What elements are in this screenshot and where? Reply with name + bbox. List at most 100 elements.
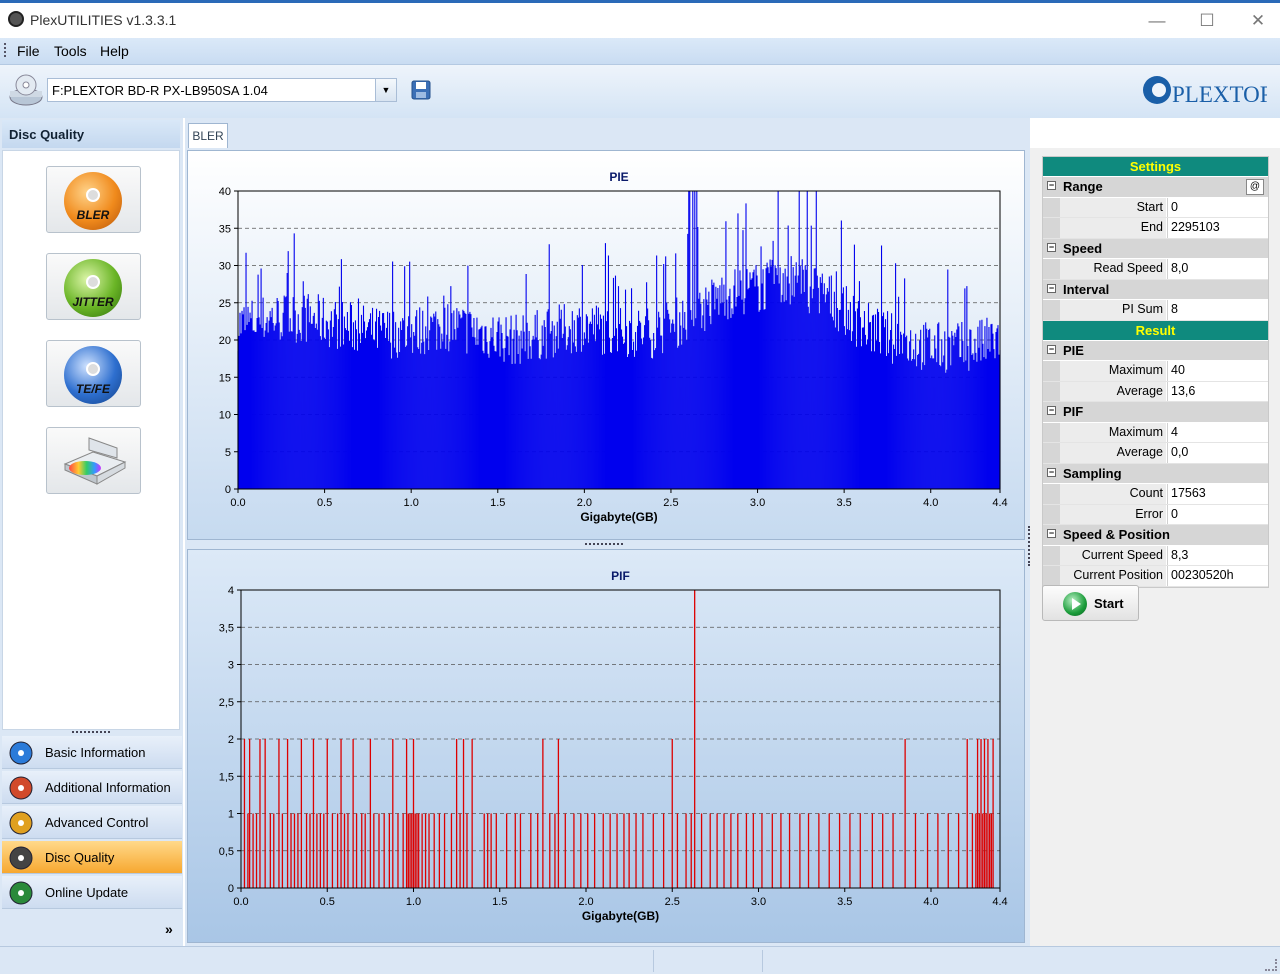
nav-basic-information[interactable]: Basic Information	[2, 736, 182, 769]
jitter-button[interactable]: JITTER	[46, 253, 141, 320]
jitter-disc-icon: JITTER	[64, 259, 122, 317]
pie-x-tick-label: 3.0	[750, 497, 765, 509]
pif-x-tick-label: 2.0	[578, 896, 593, 908]
drive-icon	[9, 74, 43, 106]
optical-drive-icon	[63, 437, 127, 485]
drive-select[interactable]: F:PLEXTOR BD-R PX-LB950SA 1.04 ▼	[47, 78, 397, 102]
status-bar	[0, 946, 1280, 974]
pie-y-tick-label: 5	[225, 447, 231, 459]
tab-bler[interactable]: BLER	[188, 123, 228, 148]
nav-label: Disc Quality	[45, 850, 115, 865]
pif-x-tick-label: 4.4	[992, 896, 1007, 908]
nav-label: Advanced Control	[45, 815, 149, 830]
start-row[interactable]: Start 0	[1043, 197, 1268, 218]
panel-header: Disc Quality	[2, 120, 180, 148]
menu-tools[interactable]: Tools	[54, 43, 87, 59]
pif-y-tick-label: 0	[228, 883, 234, 895]
menu-file[interactable]: File	[17, 43, 40, 59]
plextor-logo: PLEXTOR	[1143, 76, 1267, 107]
tefe-button[interactable]: TE/FE	[46, 340, 141, 407]
nav-advanced-control[interactable]: Advanced Control	[2, 806, 182, 839]
nav-label: Additional Information	[45, 780, 171, 795]
start-button[interactable]: Start	[1042, 585, 1139, 621]
right-panel: Settings − Range @ Start 0 End 2295103 − Spe…	[1028, 148, 1280, 946]
pie-y-tick-label: 10	[219, 410, 231, 422]
end-row[interactable]: End 2295103	[1043, 218, 1268, 239]
pif-x-tick-label: 3.0	[751, 896, 766, 908]
pif-x-axis-label: Gigabyte(GB)	[582, 909, 659, 923]
start-button-label: Start	[1094, 596, 1124, 611]
current-speed-row: Current Speed 8,3	[1043, 545, 1268, 566]
nav-additional-information[interactable]: Additional Information	[2, 771, 182, 804]
pif-category[interactable]: − PIF	[1043, 402, 1268, 423]
pif-x-tick-label: 1.0	[406, 896, 421, 908]
pie-y-tick-label: 30	[219, 261, 231, 273]
pif-chart-panel: PIF 0 0,5 1 1,5 2 2,5 3 3,5 4 0.0 0.5 1.0 1.5 2.0 2.5 3.…	[187, 549, 1025, 943]
pif-y-tick-label: 1	[228, 809, 234, 821]
pie-x-tick-label: 4.0	[923, 497, 938, 509]
title-bar: PlexUTILITIES v1.3.3.1 — ☐ ✕	[0, 0, 1280, 38]
pif-x-tick-label: 2.5	[665, 896, 680, 908]
count-row: Count 17563	[1043, 484, 1268, 505]
drive-select-value: F:PLEXTOR BD-R PX-LB950SA 1.04	[52, 83, 268, 98]
play-icon	[1063, 592, 1087, 616]
interval-category[interactable]: − Interval	[1043, 279, 1268, 300]
pie-category[interactable]: − PIE	[1043, 340, 1268, 361]
collapse-icon: −	[1047, 528, 1056, 538]
sampling-category[interactable]: − Sampling	[1043, 463, 1268, 484]
error-row: Error 0	[1043, 504, 1268, 525]
bler-button[interactable]: BLER	[46, 166, 141, 233]
info-disc-icon	[9, 741, 33, 765]
speed-category[interactable]: − Speed	[1043, 238, 1268, 259]
pie-y-tick-label: 40	[219, 186, 231, 198]
read-speed-row[interactable]: Read Speed 8,0	[1043, 259, 1268, 280]
status-divider	[762, 950, 763, 972]
minimize-button[interactable]: —	[1142, 9, 1172, 33]
drive-scan-button[interactable]	[46, 427, 141, 494]
menu-help[interactable]: Help	[100, 43, 129, 59]
collapse-icon: −	[1047, 241, 1056, 252]
pie-chart-panel: PIE 0 5 10 15 20 25 30 35 40 0.0 0.5 1.0 1.5 2.0 2.5 3.0…	[187, 150, 1025, 540]
pie-average-row: Average 13,6	[1043, 381, 1268, 402]
range-category[interactable]: − Range @	[1043, 177, 1268, 198]
pif-average-row: Average 0,0	[1043, 443, 1268, 464]
pie-y-tick-label: 15	[219, 372, 231, 384]
nav-label: Online Update	[45, 885, 129, 900]
close-button[interactable]: ✕	[1243, 9, 1273, 33]
pif-x-tick-label: 0.5	[320, 896, 335, 908]
window-title: PlexUTILITIES v1.3.3.1	[30, 12, 177, 28]
pie-x-tick-label: 4.4	[992, 497, 1007, 509]
menu-grip	[4, 43, 9, 57]
pie-y-tick-label: 20	[219, 335, 231, 347]
collapse-icon: −	[1047, 180, 1056, 190]
pif-x-tick-label: 3.5	[837, 896, 852, 908]
pif-y-tick-label: 3,5	[219, 622, 234, 634]
current-position-row: Current Position 00230520h	[1043, 566, 1268, 587]
speed-position-category[interactable]: − Speed & Position	[1043, 525, 1268, 546]
pif-y-tick-label: 3	[228, 660, 234, 672]
pie-y-tick-label: 35	[219, 223, 231, 235]
nav-online-update[interactable]: Online Update	[2, 876, 182, 909]
resize-grip-icon[interactable]	[1265, 959, 1277, 971]
pie-x-tick-label: 0.0	[230, 497, 245, 509]
disc-quality-tools: BLER JITTER TE/FE	[2, 150, 180, 730]
settings-header: Settings	[1043, 157, 1268, 177]
nav-disc-quality[interactable]: Disc Quality	[2, 841, 182, 874]
pif-y-tick-label: 0,5	[219, 846, 234, 858]
bler-disc-icon: BLER	[64, 172, 122, 230]
maximize-button[interactable]: ☐	[1192, 9, 1222, 33]
pif-chart-title: PIF	[611, 569, 630, 583]
app-icon	[8, 11, 24, 27]
pie-chart: PIE 0 5 10 15 20 25 30 35 40 0.0 0.5 1.0 1.5 2.0 2.5 3.0…	[219, 170, 1008, 524]
pif-y-tick-label: 2,5	[219, 697, 234, 709]
vertical-splitter-grip[interactable]	[1028, 526, 1033, 566]
pie-y-tick-label: 0	[225, 484, 231, 496]
pie-x-tick-label: 1.5	[490, 497, 505, 509]
pi-sum-row[interactable]: PI Sum 8	[1043, 300, 1268, 321]
expand-icon[interactable]: »	[165, 921, 173, 937]
collapse-icon: −	[1047, 343, 1056, 354]
save-icon[interactable]	[410, 79, 432, 101]
chart-splitter-grip[interactable]	[585, 543, 623, 548]
at-icon[interactable]: @	[1246, 179, 1264, 195]
chevron-down-icon[interactable]: ▼	[375, 79, 396, 101]
